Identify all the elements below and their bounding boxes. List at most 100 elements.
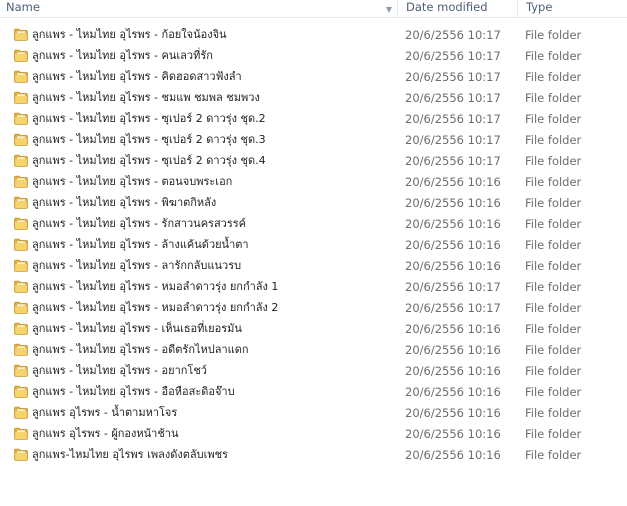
- file-list-row[interactable]: ลูกแพร - ไหมไทย อุไรพร - พิฆาตกิหลัง 20/…: [0, 193, 627, 214]
- row-type: File folder: [525, 406, 582, 420]
- row-type: File folder: [525, 343, 582, 357]
- row-name: ลูกแพร - ไหมไทย อุไรพร - ซุเปอร์ 2 ดาวรุ…: [32, 112, 266, 125]
- row-date-modified: 20/6/2556 10:16: [405, 406, 501, 420]
- file-list-row[interactable]: ลูกแพร - ไหมไทย อุไรพร - รักสาวนครสวรรค์…: [0, 214, 627, 235]
- row-date-modified: 20/6/2556 10:16: [405, 427, 501, 441]
- row-type: File folder: [525, 364, 582, 378]
- row-date-modified: 20/6/2556 10:17: [405, 112, 501, 126]
- row-date-modified: 20/6/2556 10:17: [405, 70, 501, 84]
- file-list-row[interactable]: ลูกแพร - ไหมไทย อุไรพร - ตอนจบพระเอก 20/…: [0, 172, 627, 193]
- folder-icon: [14, 343, 28, 356]
- folder-icon: [14, 427, 28, 440]
- row-name: ลูกแพร อุไรพร - น้ำตามหาโจร: [32, 406, 178, 419]
- row-date-modified: 20/6/2556 10:16: [405, 385, 501, 399]
- folder-icon: [14, 280, 28, 293]
- row-name: ลูกแพร - ไหมไทย อุไรพร - พิฆาตกิหลัง: [32, 196, 217, 209]
- file-list-row[interactable]: ลูกแพร - ไหมไทย อุไรพร - ล้างแค้นด้วยน้ำ…: [0, 235, 627, 256]
- folder-icon: [14, 133, 28, 146]
- file-list-row[interactable]: ลูกแพร - ไหมไทย อุไรพร - เห็นเธอที่เยอรม…: [0, 319, 627, 340]
- row-date-modified: 20/6/2556 10:16: [405, 322, 501, 336]
- row-type: File folder: [525, 217, 582, 231]
- file-list-row[interactable]: ลูกแพร-ไหมไทย อุไรพร เพลงดังตลับเพชร 20/…: [0, 445, 627, 466]
- folder-icon: [14, 28, 28, 41]
- folder-icon: [14, 154, 28, 167]
- file-list-row[interactable]: ลูกแพร - ไหมไทย อุไรพร - อยากโชว์ 20/6/2…: [0, 361, 627, 382]
- row-name: ลูกแพร - ไหมไทย อุไรพร - คิดฮอดสาวฟังลำ: [32, 70, 242, 83]
- row-type: File folder: [525, 448, 582, 462]
- folder-icon: [14, 322, 28, 335]
- column-header-type[interactable]: Type: [518, 0, 627, 17]
- file-list-row[interactable]: ลูกแพร - ไหมไทย อุไรพร - คิดฮอดสาวฟังลำ …: [0, 67, 627, 88]
- row-name: ลูกแพร - ไหมไทย อุไรพร - ซุเปอร์ 2 ดาวรุ…: [32, 133, 266, 146]
- file-list-row[interactable]: ลูกแพร อุไรพร - น้ำตามหาโจร 20/6/2556 10…: [0, 403, 627, 424]
- row-name: ลูกแพร - ไหมไทย อุไรพร - หมอลำดาวรุ่ง ยก…: [32, 280, 279, 293]
- folder-icon: [14, 217, 28, 230]
- row-date-modified: 20/6/2556 10:16: [405, 343, 501, 357]
- row-name: ลูกแพร - ไหมไทย อุไรพร - ชมแพ ชมพล ชมพวง: [32, 91, 260, 104]
- row-name: ลูกแพร - ไหมไทย อุไรพร - ล้างแค้นด้วยน้ำ…: [32, 238, 249, 251]
- column-header-date-label: Date modified: [406, 0, 488, 14]
- row-type: File folder: [525, 385, 582, 399]
- column-header-date-modified[interactable]: Date modified: [398, 0, 518, 17]
- row-type: File folder: [525, 238, 582, 252]
- row-date-modified: 20/6/2556 10:17: [405, 154, 501, 168]
- row-type: File folder: [525, 49, 582, 63]
- chevron-down-icon[interactable]: ▼: [386, 3, 392, 17]
- row-date-modified: 20/6/2556 10:17: [405, 133, 501, 147]
- row-name: ลูกแพร - ไหมไทย อุไรพร - อดีตรักไหปลาแดก: [32, 343, 249, 356]
- row-type: File folder: [525, 301, 582, 315]
- file-list-row[interactable]: ลูกแพร - ไหมไทย อุไรพร - หมอลำดาวรุ่ง ยก…: [0, 298, 627, 319]
- file-list-row[interactable]: ลูกแพร - ไหมไทย อุไรพร - คนเลวที่รัก 20/…: [0, 46, 627, 67]
- row-name: ลูกแพร - ไหมไทย อุไรพร - ก้อยใจน้องจิน: [32, 28, 227, 41]
- row-name: ลูกแพร - ไหมไทย อุไรพร - หมอลำดาวรุ่ง ยก…: [32, 301, 279, 314]
- row-type: File folder: [525, 196, 582, 210]
- row-type: File folder: [525, 91, 582, 105]
- row-date-modified: 20/6/2556 10:17: [405, 280, 501, 294]
- column-header-type-label: Type: [526, 0, 553, 14]
- folder-icon: [14, 175, 28, 188]
- file-list-row[interactable]: ลูกแพร - ไหมไทย อุไรพร - ชมแพ ชมพล ชมพวง…: [0, 88, 627, 109]
- row-name: ลูกแพร - ไหมไทย อุไรพร - ตอนจบพระเอก: [32, 175, 233, 188]
- row-date-modified: 20/6/2556 10:17: [405, 91, 501, 105]
- file-list-row[interactable]: ลูกแพร - ไหมไทย อุไรพร - อดีตรักไหปลาแดก…: [0, 340, 627, 361]
- column-header-name[interactable]: Name ▼: [0, 0, 398, 17]
- row-date-modified: 20/6/2556 10:17: [405, 301, 501, 315]
- file-list-row[interactable]: ลูกแพร - ไหมไทย อุไรพร - ซุเปอร์ 2 ดาวรุ…: [0, 130, 627, 151]
- folder-icon: [14, 238, 28, 251]
- file-list: ลูกแพร - ไหมไทย อุไรพร - ก้อยใจน้องจิน 2…: [0, 25, 627, 466]
- row-date-modified: 20/6/2556 10:16: [405, 448, 501, 462]
- folder-icon: [14, 448, 28, 461]
- row-name: ลูกแพร - ไหมไทย อุไรพร - ลารักกลับแนวรบ: [32, 259, 242, 272]
- row-name: ลูกแพร - ไหมไทย อุไรพร - เห็นเธอที่เยอรม…: [32, 322, 242, 335]
- column-header-name-label: Name: [6, 0, 40, 14]
- file-list-row[interactable]: ลูกแพร - ไหมไทย อุไรพร - ซุเปอร์ 2 ดาวรุ…: [0, 151, 627, 172]
- folder-icon: [14, 70, 28, 83]
- row-date-modified: 20/6/2556 10:16: [405, 217, 501, 231]
- row-date-modified: 20/6/2556 10:17: [405, 28, 501, 42]
- row-date-modified: 20/6/2556 10:16: [405, 196, 501, 210]
- file-list-row[interactable]: ลูกแพร - ไหมไทย อุไรพร - ก้อยใจน้องจิน 2…: [0, 25, 627, 46]
- folder-icon: [14, 91, 28, 104]
- row-name: ลูกแพร - ไหมไทย อุไรพร - อือหือสะดิอจ๊าบ: [32, 385, 235, 398]
- column-header-bar: Name ▼ Date modified Type: [0, 0, 627, 18]
- row-name: ลูกแพร - ไหมไทย อุไรพร - รักสาวนครสวรรค์: [32, 217, 247, 230]
- row-date-modified: 20/6/2556 10:17: [405, 49, 501, 63]
- file-list-row[interactable]: ลูกแพร - ไหมไทย อุไรพร - ซุเปอร์ 2 ดาวรุ…: [0, 109, 627, 130]
- file-list-row[interactable]: ลูกแพร - ไหมไทย อุไรพร - หมอลำดาวรุ่ง ยก…: [0, 277, 627, 298]
- row-type: File folder: [525, 259, 582, 273]
- folder-icon: [14, 49, 28, 62]
- row-type: File folder: [525, 133, 582, 147]
- folder-icon: [14, 364, 28, 377]
- folder-icon: [14, 406, 28, 419]
- file-list-row[interactable]: ลูกแพร - ไหมไทย อุไรพร - อือหือสะดิอจ๊าบ…: [0, 382, 627, 403]
- row-name: ลูกแพร อุไรพร - ผู้กองหน้าช้าน: [32, 427, 179, 440]
- row-date-modified: 20/6/2556 10:16: [405, 364, 501, 378]
- folder-icon: [14, 112, 28, 125]
- row-date-modified: 20/6/2556 10:16: [405, 238, 501, 252]
- row-type: File folder: [525, 280, 582, 294]
- row-name: ลูกแพร - ไหมไทย อุไรพร - อยากโชว์: [32, 364, 207, 377]
- file-list-row[interactable]: ลูกแพร - ไหมไทย อุไรพร - ลารักกลับแนวรบ …: [0, 256, 627, 277]
- file-list-row[interactable]: ลูกแพร อุไรพร - ผู้กองหน้าช้าน 20/6/2556…: [0, 424, 627, 445]
- row-type: File folder: [525, 154, 582, 168]
- row-type: File folder: [525, 175, 582, 189]
